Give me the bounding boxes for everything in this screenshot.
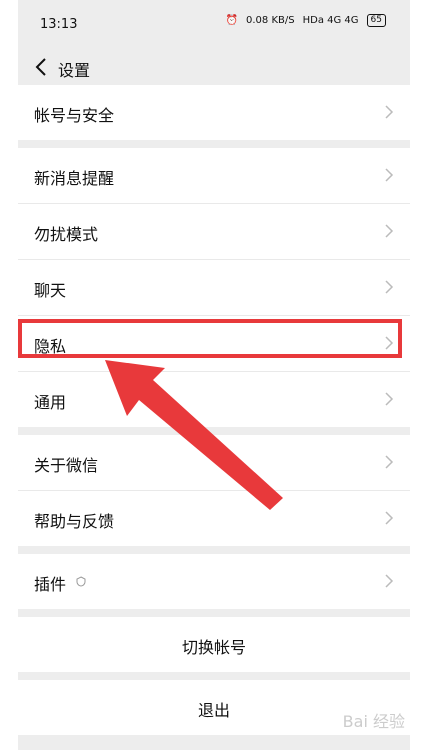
watermark: Bai 经验 (342, 712, 405, 731)
row-label: 插件 (34, 575, 67, 594)
settings-row-privacy[interactable]: 隐私 (18, 316, 410, 372)
settings-row-account-security[interactable]: 帐号与安全 (18, 85, 410, 140)
chevron-right-icon (385, 336, 394, 350)
row-label: 通用 (34, 393, 67, 412)
chevron-right-icon (385, 574, 394, 588)
row-label: 新消息提醒 (34, 169, 115, 188)
back-arrow-icon[interactable] (33, 56, 51, 78)
page-title: 设置 (58, 61, 91, 80)
status-time: 13:13 (40, 17, 78, 32)
status-icons: ⏰ 0.08 KB/S HDa 4G 4G 65 (226, 14, 386, 27)
row-label: 关于微信 (34, 456, 99, 475)
settings-row-general[interactable]: 通用 (18, 372, 410, 427)
settings-row-new-message[interactable]: 新消息提醒 (18, 148, 410, 204)
chevron-right-icon (385, 455, 394, 469)
settings-row-help-feedback[interactable]: 帮助与反馈 (18, 491, 410, 546)
battery-icon: 65 (366, 14, 386, 27)
network-speed: 0.08 KB/S (246, 15, 295, 26)
settings-screen: 13:13 ⏰ 0.08 KB/S HDa 4G 4G 65 设置 帐号与安全 … (18, 0, 410, 750)
row-label: 帐号与安全 (34, 106, 115, 125)
chevron-right-icon (385, 392, 394, 406)
switch-account-label: 切换帐号 (181, 638, 246, 657)
alarm-icon: ⏰ (225, 15, 239, 26)
settings-row-about-wechat[interactable]: 关于微信 (18, 435, 410, 491)
status-bar: 13:13 ⏰ 0.08 KB/S HDa 4G 4G 65 (18, 0, 410, 50)
plugin-badge-icon (76, 576, 86, 587)
section-account: 帐号与安全 (18, 85, 410, 140)
section-notifications: 新消息提醒 勿扰模式 聊天 隐私 通用 (18, 148, 410, 427)
chevron-right-icon (385, 511, 394, 525)
chevron-right-icon (385, 105, 394, 119)
row-label: 聊天 (34, 281, 67, 300)
chevron-right-icon (385, 224, 394, 238)
settings-row-do-not-disturb[interactable]: 勿扰模式 (18, 204, 410, 260)
signal-info: HDa 4G 4G (302, 15, 359, 26)
title-bar: 设置 (18, 50, 410, 85)
switch-account-button[interactable]: 切换帐号 (18, 617, 410, 672)
chevron-right-icon (385, 168, 394, 182)
row-label: 帮助与反馈 (34, 512, 115, 531)
settings-row-plugins[interactable]: 插件 (18, 554, 410, 609)
section-about: 关于微信 帮助与反馈 (18, 435, 410, 546)
row-label: 勿扰模式 (34, 225, 99, 244)
section-plugins: 插件 (18, 554, 410, 609)
settings-row-chat[interactable]: 聊天 (18, 260, 410, 316)
chevron-right-icon (385, 280, 394, 294)
row-label: 隐私 (34, 337, 67, 356)
